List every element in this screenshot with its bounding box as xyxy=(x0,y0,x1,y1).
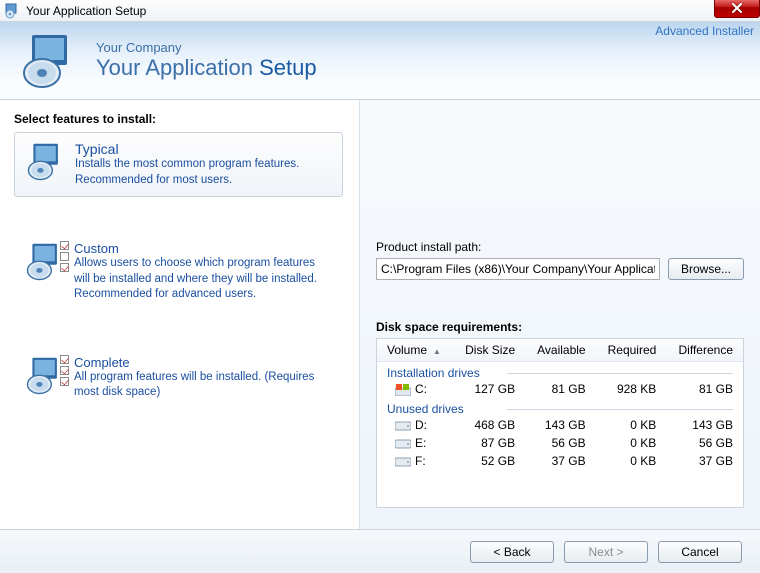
disc-icon xyxy=(24,355,66,397)
advanced-installer-link[interactable]: Advanced Installer xyxy=(655,24,754,38)
column-header[interactable]: Volume xyxy=(377,339,453,362)
disc-icon xyxy=(25,141,67,183)
header-banner: Your Company Your Application Setup xyxy=(0,22,760,100)
feature-title: Custom xyxy=(74,241,333,256)
window-title: Your Application Setup xyxy=(26,4,146,18)
feature-typical[interactable]: Typical Installs the most common program… xyxy=(14,132,343,197)
drive-icon xyxy=(395,438,411,450)
cancel-button[interactable]: Cancel xyxy=(658,541,742,563)
next-button[interactable]: Next > xyxy=(564,541,648,563)
drive-group-label: Installation drives xyxy=(387,366,480,380)
feature-complete[interactable]: Complete All program features will be in… xyxy=(14,347,343,409)
column-header[interactable]: Disk Size xyxy=(453,339,525,362)
checkbox-icon xyxy=(60,263,69,272)
browse-button[interactable]: Browse... xyxy=(668,258,744,280)
drive-icon xyxy=(395,384,411,396)
table-row[interactable]: F: 52 GB37 GB0 KB37 GB xyxy=(377,452,743,470)
checkbox-icon xyxy=(60,252,69,261)
disk-space-table: VolumeDisk SizeAvailableRequiredDifferen… xyxy=(376,338,744,508)
back-button[interactable]: < Back xyxy=(470,541,554,563)
drive-group-label: Unused drives xyxy=(387,402,464,416)
drive-icon xyxy=(395,456,411,468)
feature-description: Installs the most common program feature… xyxy=(75,157,332,188)
table-row[interactable]: D: 468 GB143 GB0 KB143 GB xyxy=(377,416,743,434)
column-header[interactable]: Available xyxy=(525,339,595,362)
column-header[interactable]: Difference xyxy=(666,339,743,362)
feature-custom[interactable]: Custom Allows users to choose which prog… xyxy=(14,233,343,311)
column-header[interactable]: Required xyxy=(596,339,667,362)
table-row[interactable]: C: 127 GB81 GB928 KB81 GB xyxy=(377,380,743,398)
wizard-footer: < Back Next > Cancel xyxy=(0,529,760,573)
checkbox-icon xyxy=(60,377,69,386)
checkbox-icon xyxy=(60,355,69,364)
disk-space-heading: Disk space requirements: xyxy=(376,320,744,334)
details-panel: Product install path: Browse... Disk spa… xyxy=(360,100,760,529)
features-panel: Select features to install: Typical Inst… xyxy=(0,100,360,529)
feature-description: All program features will be installed. … xyxy=(74,370,333,401)
install-path-input[interactable] xyxy=(376,258,660,280)
company-name: Your Company xyxy=(96,40,317,55)
drive-icon xyxy=(395,420,411,432)
table-row[interactable]: E: 87 GB56 GB0 KB56 GB xyxy=(377,434,743,452)
feature-description: Allows users to choose which program fea… xyxy=(74,256,333,303)
disc-icon xyxy=(24,241,66,283)
close-button[interactable] xyxy=(714,0,760,18)
feature-title: Complete xyxy=(74,355,333,370)
features-heading: Select features to install: xyxy=(14,112,343,126)
feature-title: Typical xyxy=(75,141,332,157)
app-name: Your Application xyxy=(96,55,253,80)
install-path-label: Product install path: xyxy=(376,240,744,254)
app-icon xyxy=(4,3,20,19)
titlebar: Your Application Setup xyxy=(0,0,760,22)
app-subtitle: Setup xyxy=(259,55,317,80)
checkbox-icon xyxy=(60,241,69,250)
product-logo-icon xyxy=(20,31,80,91)
checkbox-icon xyxy=(60,366,69,375)
